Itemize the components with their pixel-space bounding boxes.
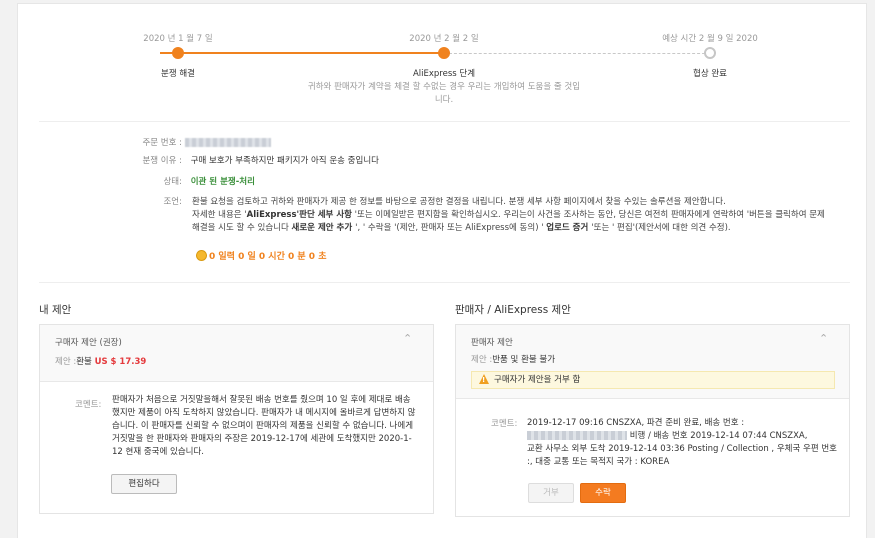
advice-row: 조언: xyxy=(132,196,182,209)
order-number-masked xyxy=(184,138,271,147)
rejected-warning-text: 구매자가 제안을 거부 함 xyxy=(494,375,581,385)
advice-judgment-link: AliExpress'판단 세부 사항 xyxy=(246,210,352,220)
step-2-dot xyxy=(438,47,450,59)
step-2-note: 귀하와 판매자가 계약을 체결 할 수없는 경우 우리는 개입하여 도움을 줄 … xyxy=(307,82,581,105)
advice-line-1: 환불 요청을 검토하고 귀하와 판매자가 제공 한 정보를 바탕으로 공정한 결… xyxy=(192,197,726,207)
tracking-number-masked xyxy=(527,431,627,440)
my-offer-panel-head xyxy=(40,325,433,382)
step-3-dot xyxy=(704,47,716,59)
reject-button[interactable]: 거부 xyxy=(528,483,574,503)
countdown-timer: 0 일력 0 일 0 시간 0 분 0 초 xyxy=(196,249,326,262)
step-1-date: 2020 년 1 월 7 일 xyxy=(143,34,213,44)
advice-upload-evidence: 업로드 증거 xyxy=(546,223,592,233)
timeline-pending-bar xyxy=(444,53,710,54)
dispute-reason-label: 분쟁 이유 : xyxy=(142,156,182,166)
step-2-label: AliExpress 단계 xyxy=(412,69,476,79)
step-3-date: 예상 시간 2 월 9 일 2020 xyxy=(662,34,758,44)
chevron-up-icon[interactable]: ⌃ xyxy=(403,332,412,345)
edit-button[interactable]: 편집하다 xyxy=(111,474,177,494)
seller-offer-title: 판매자 / AliExpress 제안 xyxy=(455,304,571,316)
divider xyxy=(39,121,850,122)
status-label: 상태: xyxy=(163,177,182,187)
my-offer-amount: US $ 17.39 xyxy=(94,357,147,367)
advice-line-2: 자세한 내용은 'AliExpress'판단 세부 사항 '또는 이메일받은 편… xyxy=(192,209,832,235)
rejected-warning: ! 구매자가 제안을 거부 함 xyxy=(471,371,835,389)
seller-comment-rest: 교환 사무소 외부 도착 2019-12-14 03:36 Posting / … xyxy=(527,444,837,467)
seller-comment-text: 2019-12-17 09:16 CNSZXA, 파견 준비 완료, 배송 번호… xyxy=(527,417,837,469)
advice-text-c: ', ' 수락을 '(제안, 판매자 또는 AliExpress에 동의) ' xyxy=(355,223,547,233)
advice-label: 조언: xyxy=(163,197,182,207)
my-offer-label: 제안 : xyxy=(55,357,77,367)
my-offer-line: 제안 :환불 US $ 17.39 xyxy=(55,355,146,367)
advice-text-d: '또는 ' 편집'(제안서에 대한 의견 수정). xyxy=(591,223,731,233)
seller-comment-line-1: 2019-12-17 09:16 CNSZXA, 파견 준비 완료, 배송 번호… xyxy=(527,418,745,428)
order-number-label: 주문 번호 : xyxy=(142,138,182,148)
status-value: 이관 된 분쟁-처리 xyxy=(190,177,255,187)
countdown-value: 0 일력 0 일 0 시간 0 분 0 초 xyxy=(209,252,327,262)
order-number-row: 주문 번호 : xyxy=(132,137,271,150)
seller-offer-value: 반품 및 환불 불가 xyxy=(492,355,556,365)
my-offer-value: 환불 xyxy=(76,357,95,367)
clock-icon xyxy=(196,250,207,261)
my-comment-label: 코멘트: xyxy=(75,400,102,410)
advice-text: 환불 요청을 검토하고 귀하와 판매자가 제공 한 정보를 바탕으로 공정한 결… xyxy=(192,196,832,235)
seller-offer-line: 제안 :반품 및 환불 불가 xyxy=(471,353,555,365)
step-1-dot xyxy=(172,47,184,59)
step-2-date: 2020 년 2 월 2 일 xyxy=(409,34,479,44)
step-3-label: 협상 완료 xyxy=(693,69,727,79)
chevron-up-icon[interactable]: ⌃ xyxy=(819,332,828,345)
seller-offer-label: 제안 : xyxy=(471,355,493,365)
divider xyxy=(39,282,850,283)
my-offer-title: 내 제안 xyxy=(39,304,72,316)
seller-comment-label: 코멘트: xyxy=(491,419,518,429)
accept-button[interactable]: 수락 xyxy=(580,483,626,503)
timeline-progress-bar xyxy=(160,52,444,54)
step-1-label: 분쟁 해결 xyxy=(161,69,195,79)
advice-new-offer: 새로운 제안 추가 xyxy=(291,223,356,233)
dispute-reason-row: 분쟁 이유 : 구매 보호가 부족하지만 패키지가 아직 운송 중입니다 xyxy=(132,155,379,168)
status-row: 상태: 이관 된 분쟁-처리 xyxy=(132,176,255,189)
seller-offer-panel-title: 판매자 제안 xyxy=(471,338,513,348)
seller-comment-line-2: 비행 / 배송 번호 2019-12-14 07:44 CNSZXA, xyxy=(527,430,837,443)
advice-text-a: 자세한 내용은 ' xyxy=(192,210,247,220)
my-comment-text: 판매자가 처음으로 거짓말을해서 잘못된 배송 번호를 줬으며 10 일 후에 … xyxy=(112,395,416,457)
my-offer-panel-title: 구매자 제안 (권장) xyxy=(55,338,122,348)
dispute-reason-value: 구매 보호가 부족하지만 패키지가 아직 운송 중입니다 xyxy=(190,156,379,166)
